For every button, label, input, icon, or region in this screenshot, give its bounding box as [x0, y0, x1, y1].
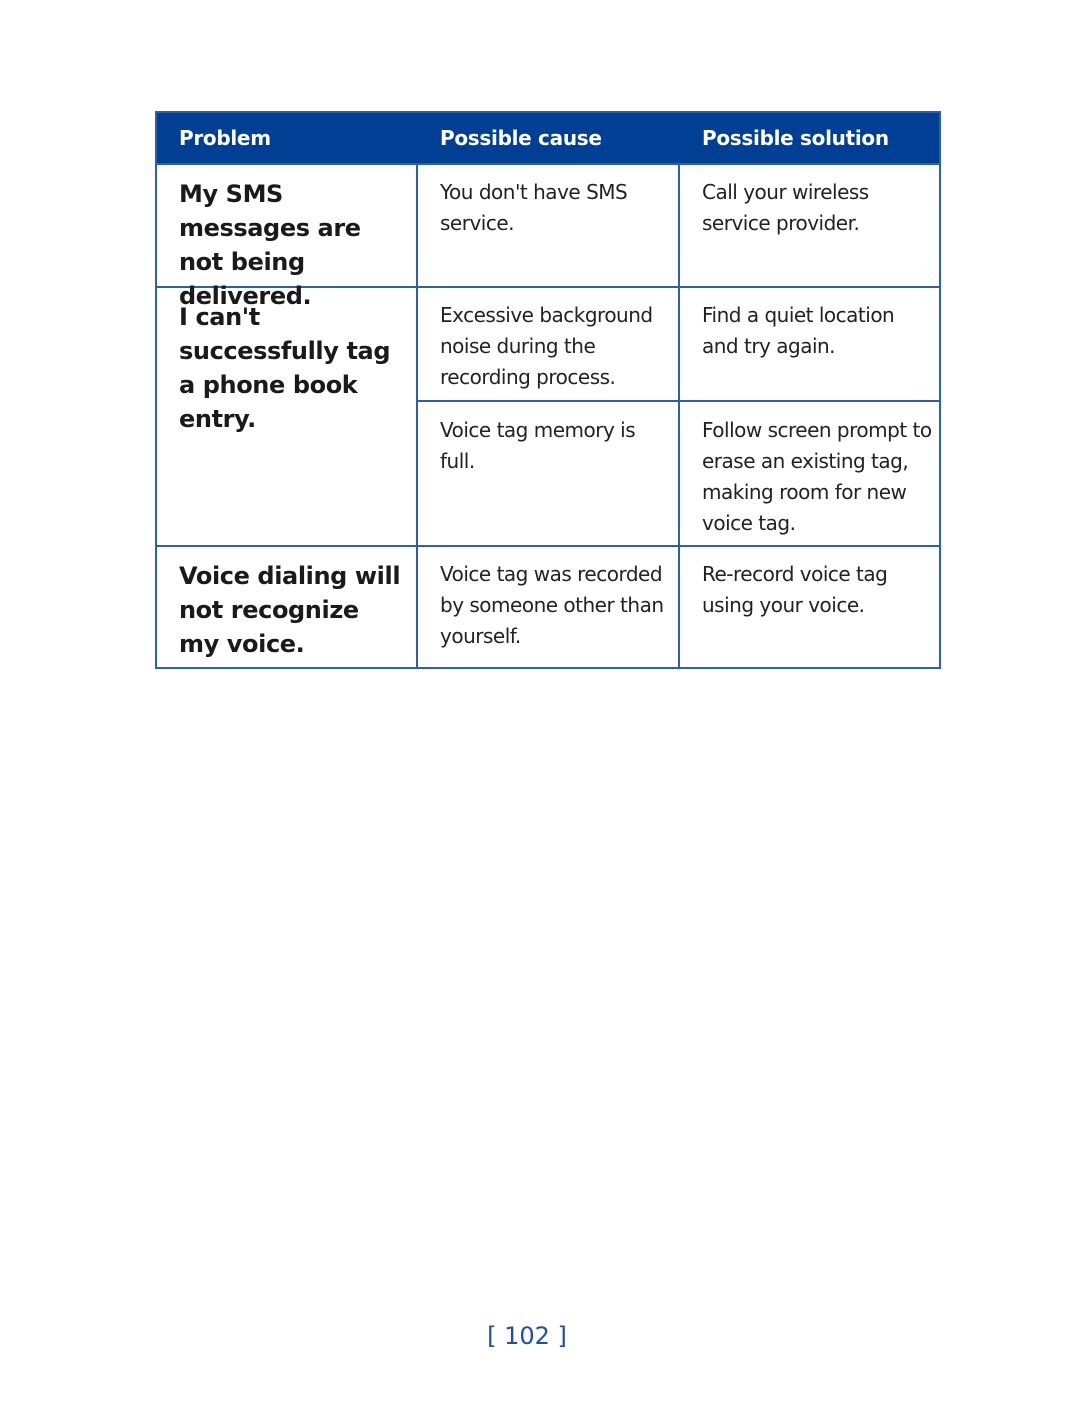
table-row: Voice dialing will not recognize my voic…: [157, 547, 939, 667]
cause-cell: Excessive background noise during the re…: [418, 288, 680, 400]
table-row: I can't successfully tag a phone book en…: [157, 288, 939, 547]
cause-cell: You don't have SMS service.: [418, 165, 680, 286]
header-possible-cause: Possible cause: [440, 126, 602, 150]
sub-row: Voice tag memory is full. Follow screen …: [418, 402, 939, 545]
cause-cell: Voice tag memory is full.: [418, 402, 680, 545]
page-number: [ 102 ]: [487, 1322, 567, 1350]
problem-cell: Voice dialing will not recognize my voic…: [157, 547, 418, 667]
problem-cell: I can't successfully tag a phone book en…: [157, 288, 418, 545]
sub-row: Excessive background noise during the re…: [418, 288, 939, 402]
table-row: My SMS messages are not being delivered.…: [157, 165, 939, 310]
table-header: Problem Possible cause Possible solution: [157, 113, 939, 165]
solution-cell: Find a quiet location and try again.: [702, 303, 895, 358]
header-possible-solution: Possible solution: [702, 126, 889, 150]
solution-cell: Re-record voice tag using your voice.: [702, 562, 888, 617]
header-problem: Problem: [179, 126, 271, 150]
solution-cell: Follow screen prompt to erase an existin…: [702, 418, 932, 535]
cause-cell: Voice tag was recorded by someone other …: [418, 547, 680, 667]
troubleshooting-table: Problem Possible cause Possible solution…: [155, 111, 941, 669]
problem-cell: My SMS messages are not being delivered.: [157, 165, 418, 310]
sub-entries: Excessive background noise during the re…: [418, 288, 939, 545]
solution-cell: Call your wireless service provider.: [702, 180, 869, 235]
